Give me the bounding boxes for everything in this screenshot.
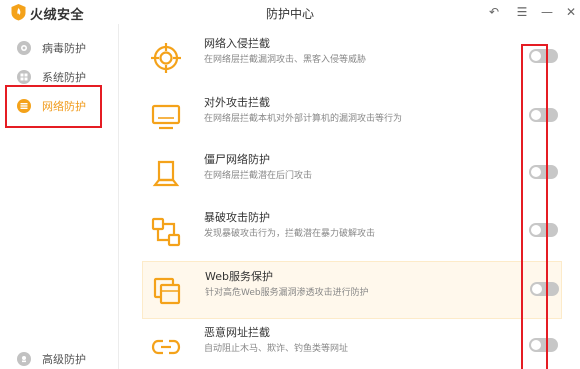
protection-row-malicious-url[interactable]: 恶意网址拦截 自动阻止木马、欺诈、钓鱼类等网址 — [142, 318, 562, 369]
protection-desc: 针对高危Web服务漏洞渗透攻击进行防护 — [205, 288, 369, 298]
back-icon[interactable]: ↶ — [485, 3, 503, 21]
minimize-icon[interactable]: — — [538, 3, 556, 21]
protection-row-intrusion[interactable]: 网络入侵拦截 在网络层拦截漏洞攻击、黑客入侵等威胁 — [142, 29, 562, 87]
protection-desc: 发现暴破攻击行为，拦截潜在暴力破解攻击 — [204, 229, 376, 239]
target-icon — [151, 43, 181, 73]
protection-desc: 在网络层拦截潜在后门攻击 — [204, 171, 313, 181]
protection-title: 恶意网址拦截 — [204, 326, 270, 339]
protection-title: 对外攻击拦截 — [204, 96, 270, 109]
zombie-pc-icon — [152, 160, 180, 187]
protection-row-botnet[interactable]: 僵尸网络防护 在网络层拦截潜在后门攻击 — [142, 145, 562, 203]
network-protection-highlight — [5, 85, 102, 128]
brute-force-icon — [151, 217, 181, 247]
protection-desc: 在网络层拦截本机对外部计算机的漏洞攻击等行为 — [204, 114, 403, 124]
close-icon[interactable]: ✕ — [562, 3, 580, 21]
protection-row-outbound[interactable]: 对外攻击拦截 在网络层拦截本机对外部计算机的漏洞攻击等行为 — [142, 88, 562, 146]
protection-title: Web服务保护 — [205, 270, 273, 283]
protection-title: 僵尸网络防护 — [204, 153, 270, 166]
advanced-protection-icon — [17, 352, 31, 366]
protection-title: 网络入侵拦截 — [204, 37, 270, 50]
web-service-icon — [153, 277, 181, 305]
link-icon — [151, 339, 181, 355]
title-bar: 火绒安全 防护中心 ↶ ☰ — ✕ — [0, 0, 580, 24]
sidebar-item-virus[interactable]: 病毒防护 — [0, 36, 118, 60]
sidebar-item-advanced[interactable]: 高级防护 — [0, 347, 118, 369]
sidebar-item-label: 系统防护 — [42, 71, 86, 84]
sidebar-divider — [118, 24, 119, 369]
sidebar-item-label: 高级防护 — [42, 353, 86, 366]
monitor-icon — [151, 104, 181, 130]
toggle-column-highlight — [521, 44, 548, 369]
system-protection-icon — [17, 70, 31, 84]
protection-title: 暴破攻击防护 — [204, 211, 270, 224]
sidebar: 病毒防护 系统防护 网络防护 高级防护 — [0, 24, 118, 369]
protection-desc: 自动阻止木马、欺诈、钓鱼类等网址 — [204, 344, 349, 354]
sidebar-item-label: 病毒防护 — [42, 42, 86, 55]
protection-row-bruteforce[interactable]: 暴破攻击防护 发现暴破攻击行为，拦截潜在暴力破解攻击 — [142, 203, 562, 261]
virus-protection-icon — [17, 41, 31, 55]
protection-row-web[interactable]: Web服务保护 针对高危Web服务漏洞渗透攻击进行防护 — [142, 261, 562, 319]
menu-icon[interactable]: ☰ — [513, 3, 531, 21]
protection-desc: 在网络层拦截漏洞攻击、黑客入侵等威胁 — [204, 55, 367, 65]
